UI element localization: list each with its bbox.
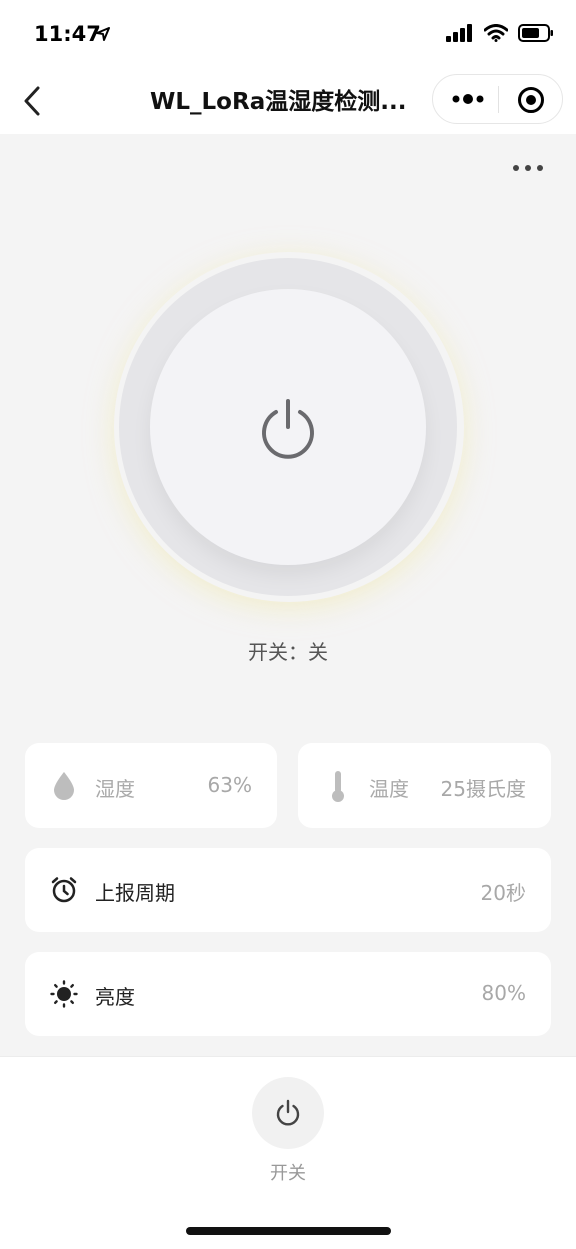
humidity-value: 63% [207, 773, 252, 797]
location-arrow-icon [96, 27, 110, 41]
capsule-divider [498, 86, 499, 113]
bottom-power-button[interactable] [252, 1077, 324, 1149]
battery-icon [518, 24, 553, 42]
switch-status-text: 开关：关 [248, 640, 328, 664]
close-target-icon[interactable] [517, 86, 545, 114]
page-title: WL_LoRa温湿度检测... [150, 89, 407, 115]
status-time: 11:47 [34, 22, 101, 46]
bottom-action-bar: 开关 [0, 1056, 576, 1249]
top-bar: 11:47 WL_LoRa温湿度检测... [0, 0, 576, 134]
thermometer-icon [332, 771, 344, 802]
brightness-label: 亮度 [95, 985, 135, 1009]
signal-icon [446, 24, 472, 42]
more-options-icon[interactable] [512, 158, 544, 178]
humidity-card: 湿度 63% [25, 743, 277, 828]
back-chevron-icon[interactable] [18, 84, 48, 118]
water-drop-icon [54, 772, 74, 800]
home-indicator [186, 1227, 391, 1235]
brightness-value: 80% [481, 981, 526, 1005]
temperature-value: 25摄氏度 [440, 777, 526, 801]
temperature-card: 温度 25摄氏度 [298, 743, 551, 828]
report-period-label: 上报周期 [95, 881, 175, 905]
power-icon [262, 399, 314, 459]
more-dots-icon[interactable] [451, 89, 485, 109]
wifi-icon [484, 24, 508, 42]
brightness-card[interactable]: 亮度 80% [25, 952, 551, 1036]
power-icon [276, 1099, 300, 1126]
status-icons [446, 24, 554, 42]
humidity-label: 湿度 [95, 777, 135, 801]
report-period-value: 20秒 [480, 881, 526, 905]
alarm-clock-icon [51, 877, 77, 903]
sun-icon [50, 980, 78, 1008]
bottom-power-label: 开关 [270, 1163, 306, 1184]
temperature-label: 温度 [369, 777, 409, 801]
mini-program-capsule [432, 74, 563, 124]
report-period-card[interactable]: 上报周期 20秒 [25, 848, 551, 932]
